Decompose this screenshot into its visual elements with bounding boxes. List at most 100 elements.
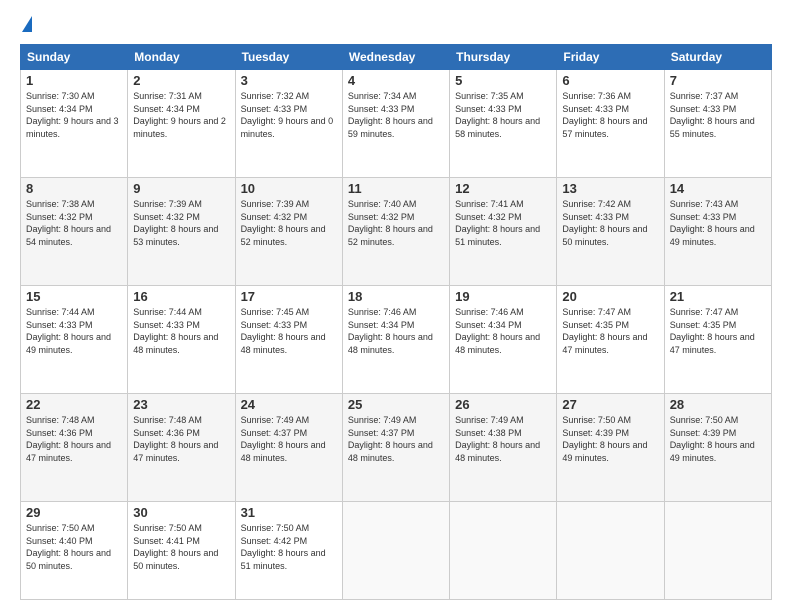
calendar-cell: 30 Sunrise: 7:50 AM Sunset: 4:41 PM Dayl… [128,502,235,600]
calendar-cell: 16 Sunrise: 7:44 AM Sunset: 4:33 PM Dayl… [128,286,235,394]
calendar-cell: 23 Sunrise: 7:48 AM Sunset: 4:36 PM Dayl… [128,394,235,502]
day-info: Sunrise: 7:45 AM Sunset: 4:33 PM Dayligh… [241,306,337,356]
calendar-cell: 10 Sunrise: 7:39 AM Sunset: 4:32 PM Dayl… [235,178,342,286]
day-info: Sunrise: 7:50 AM Sunset: 4:40 PM Dayligh… [26,522,122,572]
day-info: Sunrise: 7:37 AM Sunset: 4:33 PM Dayligh… [670,90,766,140]
calendar-cell: 21 Sunrise: 7:47 AM Sunset: 4:35 PM Dayl… [664,286,771,394]
calendar-cell: 12 Sunrise: 7:41 AM Sunset: 4:32 PM Dayl… [450,178,557,286]
day-number: 3 [241,73,337,88]
day-info: Sunrise: 7:40 AM Sunset: 4:32 PM Dayligh… [348,198,444,248]
calendar-cell: 8 Sunrise: 7:38 AM Sunset: 4:32 PM Dayli… [21,178,128,286]
day-number: 31 [241,505,337,520]
calendar-cell: 3 Sunrise: 7:32 AM Sunset: 4:33 PM Dayli… [235,70,342,178]
day-number: 17 [241,289,337,304]
day-number: 4 [348,73,444,88]
day-info: Sunrise: 7:46 AM Sunset: 4:34 PM Dayligh… [455,306,551,356]
day-info: Sunrise: 7:49 AM Sunset: 4:37 PM Dayligh… [348,414,444,464]
day-info: Sunrise: 7:32 AM Sunset: 4:33 PM Dayligh… [241,90,337,140]
day-number: 13 [562,181,658,196]
day-info: Sunrise: 7:49 AM Sunset: 4:37 PM Dayligh… [241,414,337,464]
day-number: 21 [670,289,766,304]
day-number: 25 [348,397,444,412]
calendar-cell: 14 Sunrise: 7:43 AM Sunset: 4:33 PM Dayl… [664,178,771,286]
header [20,16,772,34]
day-number: 9 [133,181,229,196]
calendar-week-4: 22 Sunrise: 7:48 AM Sunset: 4:36 PM Dayl… [21,394,772,502]
day-number: 12 [455,181,551,196]
calendar-cell: 2 Sunrise: 7:31 AM Sunset: 4:34 PM Dayli… [128,70,235,178]
calendar-cell: 9 Sunrise: 7:39 AM Sunset: 4:32 PM Dayli… [128,178,235,286]
day-number: 1 [26,73,122,88]
day-number: 7 [670,73,766,88]
day-number: 26 [455,397,551,412]
calendar-table: SundayMondayTuesdayWednesdayThursdayFrid… [20,44,772,600]
day-info: Sunrise: 7:31 AM Sunset: 4:34 PM Dayligh… [133,90,229,140]
calendar-cell [557,502,664,600]
calendar-cell: 18 Sunrise: 7:46 AM Sunset: 4:34 PM Dayl… [342,286,449,394]
logo-triangle-icon [22,16,32,32]
calendar-cell: 31 Sunrise: 7:50 AM Sunset: 4:42 PM Dayl… [235,502,342,600]
day-info: Sunrise: 7:49 AM Sunset: 4:38 PM Dayligh… [455,414,551,464]
header-saturday: Saturday [664,45,771,70]
calendar-header-row: SundayMondayTuesdayWednesdayThursdayFrid… [21,45,772,70]
day-number: 22 [26,397,122,412]
day-info: Sunrise: 7:50 AM Sunset: 4:41 PM Dayligh… [133,522,229,572]
calendar-cell [450,502,557,600]
day-info: Sunrise: 7:42 AM Sunset: 4:33 PM Dayligh… [562,198,658,248]
page: SundayMondayTuesdayWednesdayThursdayFrid… [0,0,792,612]
day-info: Sunrise: 7:44 AM Sunset: 4:33 PM Dayligh… [133,306,229,356]
day-info: Sunrise: 7:35 AM Sunset: 4:33 PM Dayligh… [455,90,551,140]
day-info: Sunrise: 7:43 AM Sunset: 4:33 PM Dayligh… [670,198,766,248]
calendar-cell: 20 Sunrise: 7:47 AM Sunset: 4:35 PM Dayl… [557,286,664,394]
day-number: 8 [26,181,122,196]
day-number: 19 [455,289,551,304]
day-info: Sunrise: 7:50 AM Sunset: 4:39 PM Dayligh… [670,414,766,464]
calendar-cell: 4 Sunrise: 7:34 AM Sunset: 4:33 PM Dayli… [342,70,449,178]
day-number: 2 [133,73,229,88]
calendar-week-3: 15 Sunrise: 7:44 AM Sunset: 4:33 PM Dayl… [21,286,772,394]
day-info: Sunrise: 7:48 AM Sunset: 4:36 PM Dayligh… [26,414,122,464]
day-number: 10 [241,181,337,196]
calendar-cell: 1 Sunrise: 7:30 AM Sunset: 4:34 PM Dayli… [21,70,128,178]
day-info: Sunrise: 7:50 AM Sunset: 4:39 PM Dayligh… [562,414,658,464]
day-number: 24 [241,397,337,412]
day-info: Sunrise: 7:46 AM Sunset: 4:34 PM Dayligh… [348,306,444,356]
header-wednesday: Wednesday [342,45,449,70]
header-tuesday: Tuesday [235,45,342,70]
day-info: Sunrise: 7:48 AM Sunset: 4:36 PM Dayligh… [133,414,229,464]
day-info: Sunrise: 7:36 AM Sunset: 4:33 PM Dayligh… [562,90,658,140]
day-number: 20 [562,289,658,304]
day-number: 29 [26,505,122,520]
calendar-cell: 17 Sunrise: 7:45 AM Sunset: 4:33 PM Dayl… [235,286,342,394]
calendar-cell: 13 Sunrise: 7:42 AM Sunset: 4:33 PM Dayl… [557,178,664,286]
day-number: 15 [26,289,122,304]
calendar-cell: 19 Sunrise: 7:46 AM Sunset: 4:34 PM Dayl… [450,286,557,394]
calendar-cell: 29 Sunrise: 7:50 AM Sunset: 4:40 PM Dayl… [21,502,128,600]
day-info: Sunrise: 7:47 AM Sunset: 4:35 PM Dayligh… [670,306,766,356]
day-number: 16 [133,289,229,304]
calendar-cell: 26 Sunrise: 7:49 AM Sunset: 4:38 PM Dayl… [450,394,557,502]
calendar-week-5: 29 Sunrise: 7:50 AM Sunset: 4:40 PM Dayl… [21,502,772,600]
calendar-week-1: 1 Sunrise: 7:30 AM Sunset: 4:34 PM Dayli… [21,70,772,178]
header-thursday: Thursday [450,45,557,70]
day-info: Sunrise: 7:30 AM Sunset: 4:34 PM Dayligh… [26,90,122,140]
calendar-week-2: 8 Sunrise: 7:38 AM Sunset: 4:32 PM Dayli… [21,178,772,286]
day-number: 18 [348,289,444,304]
calendar-cell: 7 Sunrise: 7:37 AM Sunset: 4:33 PM Dayli… [664,70,771,178]
day-info: Sunrise: 7:47 AM Sunset: 4:35 PM Dayligh… [562,306,658,356]
day-info: Sunrise: 7:34 AM Sunset: 4:33 PM Dayligh… [348,90,444,140]
logo [20,16,32,34]
calendar-cell: 22 Sunrise: 7:48 AM Sunset: 4:36 PM Dayl… [21,394,128,502]
calendar-cell: 28 Sunrise: 7:50 AM Sunset: 4:39 PM Dayl… [664,394,771,502]
day-info: Sunrise: 7:44 AM Sunset: 4:33 PM Dayligh… [26,306,122,356]
day-number: 27 [562,397,658,412]
calendar-cell [664,502,771,600]
calendar-cell: 25 Sunrise: 7:49 AM Sunset: 4:37 PM Dayl… [342,394,449,502]
day-number: 11 [348,181,444,196]
calendar-cell: 5 Sunrise: 7:35 AM Sunset: 4:33 PM Dayli… [450,70,557,178]
day-number: 30 [133,505,229,520]
day-info: Sunrise: 7:50 AM Sunset: 4:42 PM Dayligh… [241,522,337,572]
header-monday: Monday [128,45,235,70]
day-number: 14 [670,181,766,196]
day-info: Sunrise: 7:38 AM Sunset: 4:32 PM Dayligh… [26,198,122,248]
